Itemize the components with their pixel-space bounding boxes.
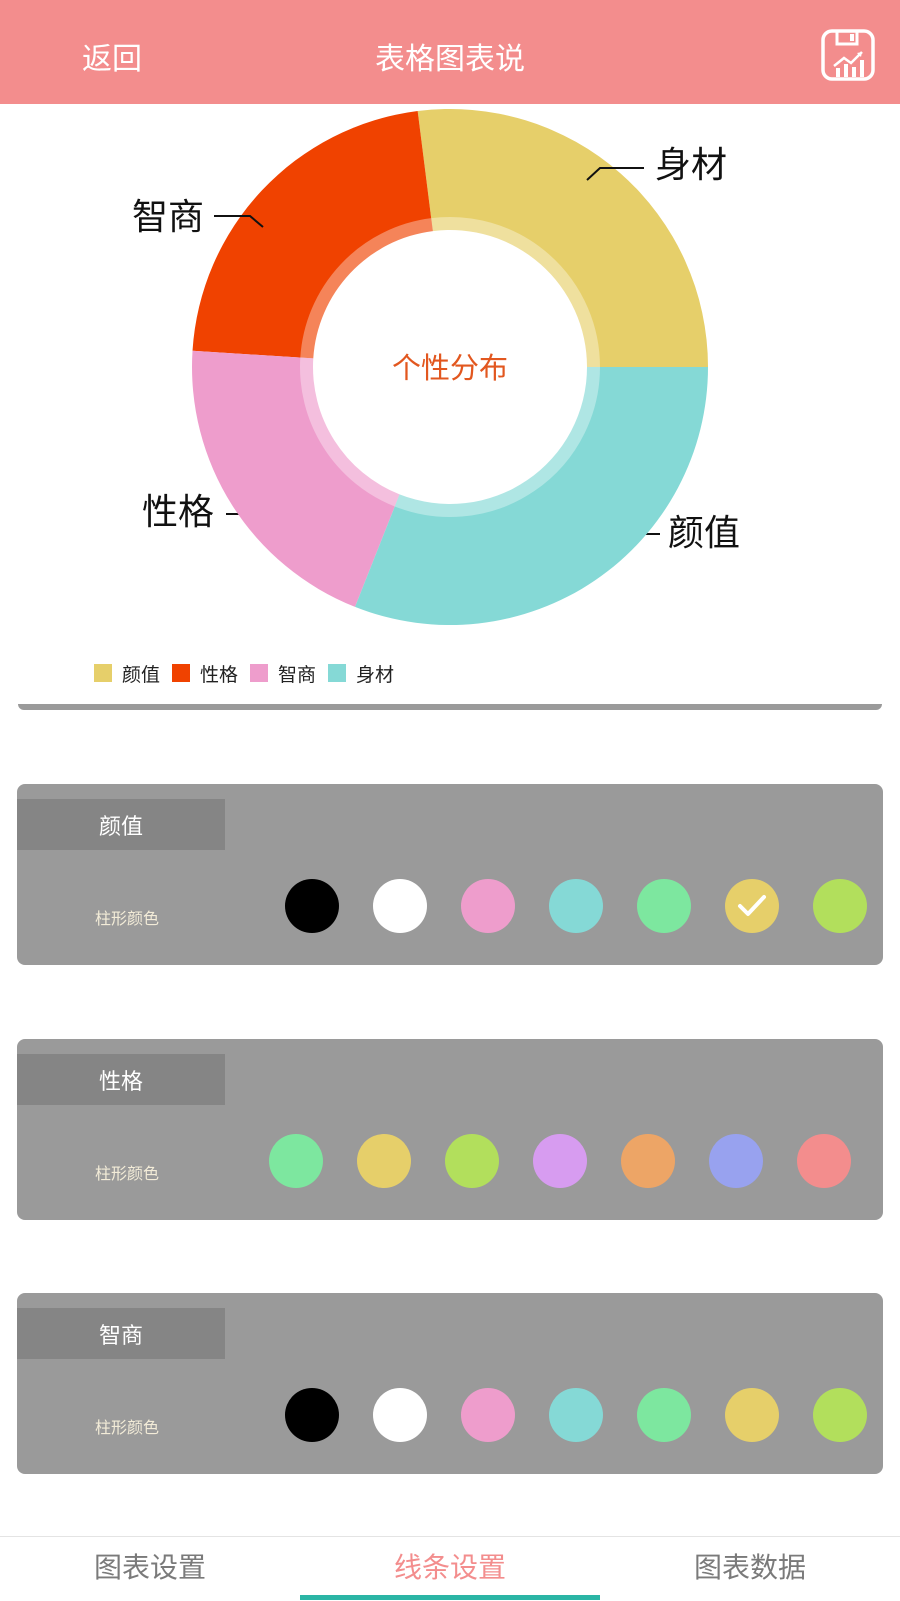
color-settings-panel: 颜值柱形颜色 — [17, 784, 883, 965]
color-swatch[interactable] — [373, 879, 427, 933]
color-swatch[interactable] — [461, 1388, 515, 1442]
legend-item: 智商 — [250, 660, 316, 687]
legend-label: 颜值 — [122, 663, 161, 686]
color-swatch[interactable] — [813, 1388, 867, 1442]
top-app-bar: 返回 表格图表说 — [0, 0, 900, 104]
color-swatch[interactable] — [549, 1388, 603, 1442]
panel-series-title: 颜值 — [17, 799, 225, 850]
bottom-tab-bar: 图表设置 线条设置 图表数据 — [0, 1536, 900, 1601]
color-swatch-scroller[interactable] — [253, 1131, 883, 1191]
color-settings-panel: 性格柱形颜色 — [17, 1039, 883, 1220]
chart-legend: 颜值 性格 智商 身材 — [94, 660, 406, 686]
legend-swatch — [172, 664, 191, 682]
panel-color-label: 柱形颜色 — [95, 1418, 160, 1437]
tab-line-settings[interactable]: 线条设置 — [300, 1537, 600, 1599]
color-swatch[interactable] — [533, 1134, 587, 1188]
legend-swatch — [250, 664, 269, 682]
color-swatch[interactable] — [637, 879, 691, 933]
color-swatch-selected[interactable] — [725, 879, 779, 933]
slice-label: 颜值 — [668, 513, 740, 554]
color-swatch[interactable] — [461, 879, 515, 933]
legend-swatch — [328, 664, 347, 682]
panel-color-label: 柱形颜色 — [95, 1164, 160, 1183]
panel-series-title: 性格 — [17, 1054, 225, 1105]
color-swatch[interactable] — [637, 1388, 691, 1442]
save-chart-icon — [821, 29, 875, 81]
color-swatch[interactable] — [621, 1134, 675, 1188]
chart-center-label: 个性分布 — [392, 351, 508, 385]
legend-item: 身材 — [328, 660, 394, 687]
checkmark-icon — [738, 895, 766, 916]
color-swatch[interactable] — [709, 1134, 763, 1188]
active-tab-indicator — [300, 1595, 600, 1600]
color-swatch[interactable] — [445, 1134, 499, 1188]
color-swatch[interactable] — [549, 879, 603, 933]
color-swatch[interactable] — [797, 1134, 851, 1188]
save-chart-button[interactable] — [820, 28, 876, 82]
color-swatch[interactable] — [269, 1134, 323, 1188]
color-swatch[interactable] — [357, 1134, 411, 1188]
color-swatch-scroller[interactable] — [253, 876, 883, 936]
color-settings-panel: 智商柱形颜色 — [17, 1293, 883, 1474]
tab-chart-data[interactable]: 图表数据 — [600, 1537, 900, 1599]
page-title: 表格图表说 — [375, 42, 525, 77]
legend-item: 性格 — [172, 660, 238, 687]
chart-card-edge — [18, 704, 882, 710]
donut-chart-area: 颜值 性格 智商 身材 个性分布 — [0, 104, 900, 704]
color-swatch[interactable] — [373, 1388, 427, 1442]
legend-label: 身材 — [356, 663, 395, 686]
tab-chart-settings[interactable]: 图表设置 — [0, 1537, 300, 1599]
color-swatch[interactable] — [285, 879, 339, 933]
panel-color-label: 柱形颜色 — [95, 909, 160, 928]
legend-swatch — [94, 664, 112, 682]
slice-label: 身材 — [655, 145, 727, 186]
color-swatch-scroller[interactable] — [253, 1385, 883, 1445]
color-swatch[interactable] — [285, 1388, 339, 1442]
legend-item: 颜值 — [94, 660, 160, 687]
panel-series-title: 智商 — [17, 1308, 225, 1359]
slice-label: 智商 — [132, 197, 204, 238]
legend-label: 智商 — [278, 663, 317, 686]
color-swatch[interactable] — [725, 1388, 779, 1442]
donut-chart: 颜值 性格 智商 身材个性分布 — [132, 109, 740, 625]
slice-label: 性格 — [142, 492, 214, 533]
legend-label: 性格 — [200, 663, 239, 686]
color-swatch[interactable] — [813, 879, 867, 933]
